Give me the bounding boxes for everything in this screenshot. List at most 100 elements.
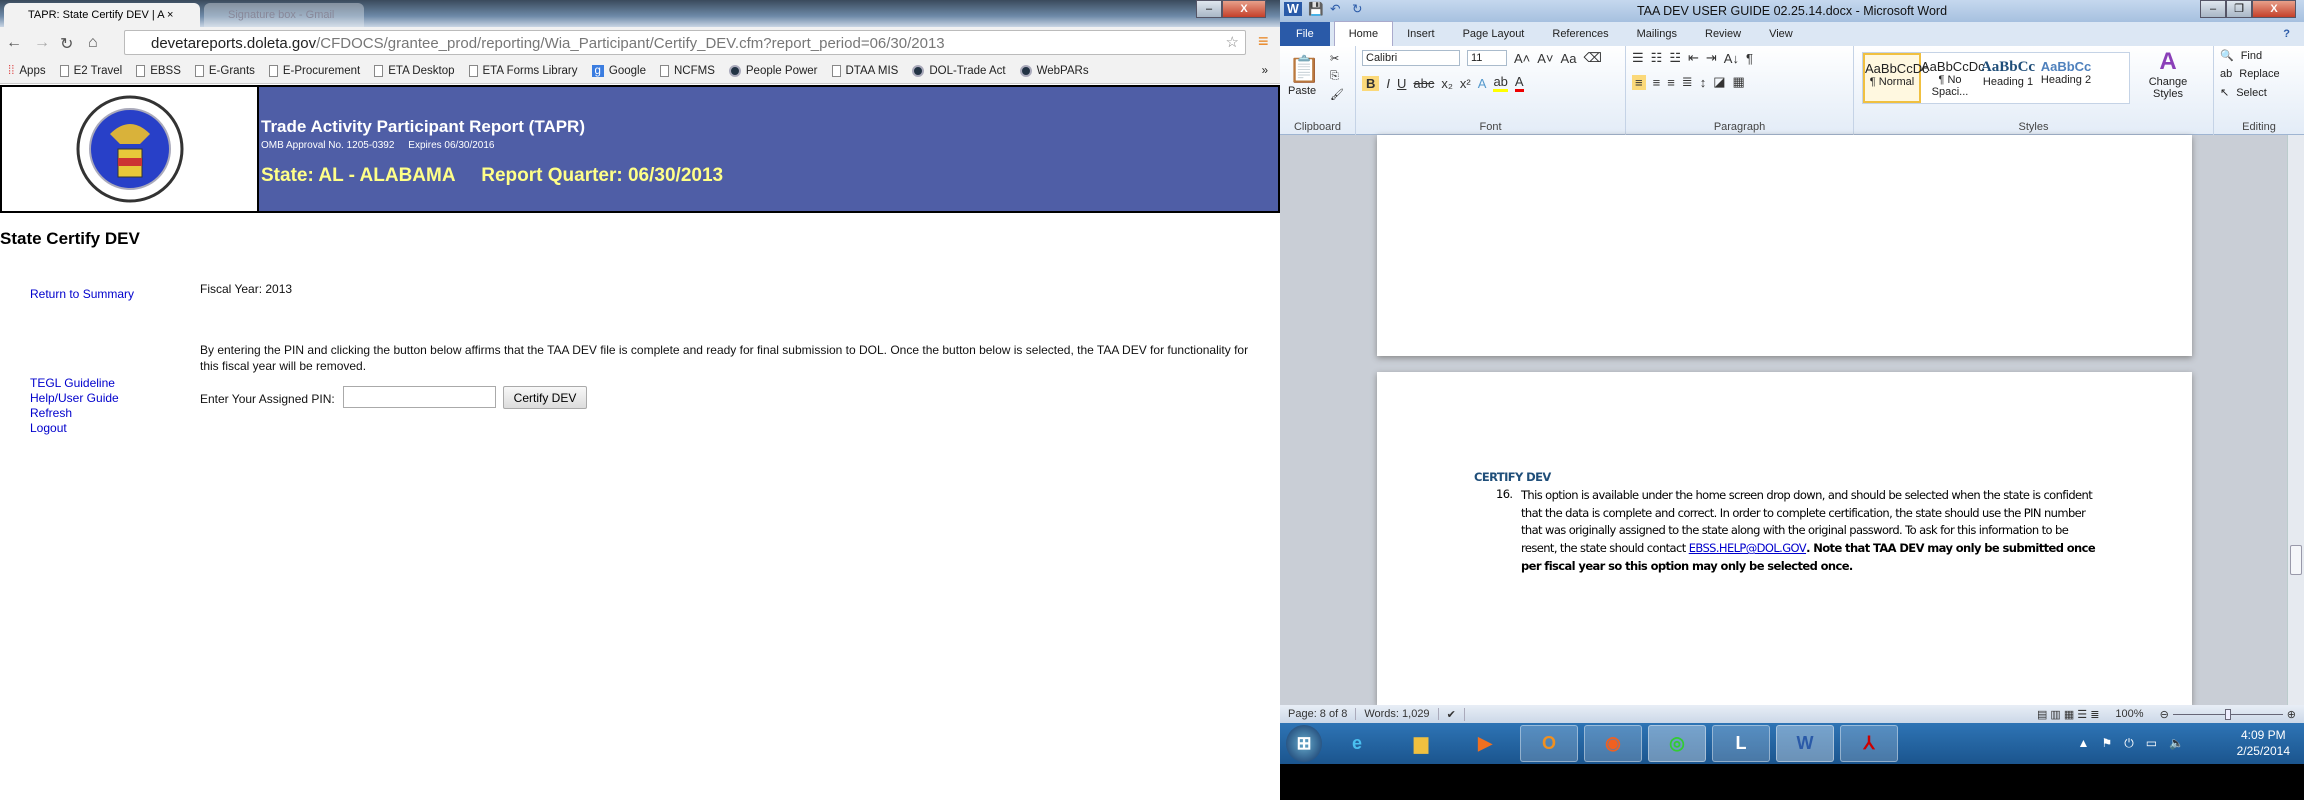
undo-icon[interactable]: ↶ [1330, 1, 1340, 16]
text-effects-icon[interactable]: A [1478, 76, 1487, 91]
outlook-icon[interactable]: O [1520, 725, 1578, 762]
help-user-guide-link[interactable]: Help/User Guide [30, 391, 119, 405]
menu-icon[interactable]: ≡ [1258, 31, 1269, 52]
certify-dev-button[interactable]: Certify DEV [503, 386, 587, 409]
home-icon[interactable]: ⌂ [88, 34, 98, 52]
zoom-level[interactable]: 100% [2107, 708, 2151, 720]
decrease-indent-icon[interactable]: ⇤ [1688, 50, 1699, 66]
help-icon[interactable]: ? [2269, 28, 2304, 46]
style-heading-1[interactable]: AaBbCc Heading 1 [1979, 53, 2037, 103]
increase-indent-icon[interactable]: ⇥ [1706, 50, 1717, 66]
return-to-summary-link[interactable]: Return to Summary [30, 287, 134, 301]
bookmark-e-grants[interactable]: E-Grants [194, 64, 255, 77]
show-formatting-icon[interactable]: ¶ [1746, 51, 1753, 66]
page-count[interactable]: Page: 8 of 8 [1280, 708, 1357, 720]
pin-input[interactable] [343, 386, 496, 408]
numbering-icon[interactable]: ☷ [1651, 50, 1663, 66]
subscript-icon[interactable]: x₂ [1441, 76, 1453, 91]
word-taskbar-icon[interactable]: W [1776, 725, 1834, 762]
tab-tapr[interactable]: TAPR: State Certify DEV | A × [4, 3, 200, 27]
font-color-icon[interactable]: A [1514, 74, 1524, 92]
scrollbar-thumb[interactable] [2290, 545, 2302, 575]
bookmark-e-procurement[interactable]: E-Procurement [268, 64, 360, 77]
underline-icon[interactable]: U [1397, 76, 1406, 91]
line-spacing-icon[interactable]: ↕ [1700, 75, 1707, 90]
font-size-box[interactable]: 11 [1467, 50, 1507, 66]
network-icon[interactable]: ▭ [2146, 736, 2157, 751]
shading-icon[interactable]: ◪ [1713, 74, 1725, 90]
style-heading-2[interactable]: AaBbCc Heading 2 [2037, 53, 2095, 103]
bookmark-e2-travel[interactable]: E2 Travel [59, 64, 122, 77]
tab-view[interactable]: View [1755, 28, 1807, 46]
action-center-icon[interactable]: ⚑ [2101, 736, 2112, 751]
save-icon[interactable]: 💾 [1308, 2, 1324, 17]
address-bar[interactable]: devetareports.doleta.gov/CFDOCS/grantee_… [124, 30, 1246, 55]
tab-references[interactable]: References [1538, 28, 1622, 46]
change-styles-button[interactable]: A Change Styles [2144, 48, 2192, 100]
close-icon[interactable]: X [1222, 0, 1266, 18]
chrome-icon[interactable]: ◎ [1648, 725, 1706, 762]
forward-icon[interactable]: → [34, 34, 50, 52]
shrink-font-icon[interactable]: A˅ [1537, 51, 1553, 66]
tab-insert[interactable]: Insert [1393, 28, 1449, 46]
highlight-icon[interactable]: ab [1493, 74, 1508, 92]
lync-icon[interactable]: L [1712, 725, 1770, 762]
tab-review[interactable]: Review [1691, 28, 1755, 46]
proofing-icon[interactable]: ✔ [1439, 707, 1465, 721]
align-left-icon[interactable]: ≡ [1632, 74, 1646, 90]
tab-home[interactable]: Home [1333, 21, 1394, 46]
sort-icon[interactable]: A↓ [1724, 51, 1739, 66]
star-icon[interactable]: ☆ [1226, 33, 1239, 51]
clear-formatting-icon[interactable]: ⌫ [1583, 50, 1601, 66]
format-painter-icon[interactable]: 🖌 [1330, 88, 1344, 101]
restore-icon[interactable]: ❐ [2226, 0, 2252, 18]
select-button[interactable]: ↖ Select [2214, 83, 2304, 102]
bookmark-ebss[interactable]: EBSS [136, 64, 181, 77]
bookmark-dtaa-mis[interactable]: DTAA MIS [831, 64, 898, 77]
redo-icon[interactable]: ↻ [1352, 1, 1362, 16]
style-normal[interactable]: AaBbCcDc ¶ Normal [1863, 53, 1929, 103]
clock[interactable]: 4:09 PM 2/25/2014 [2237, 727, 2290, 759]
refresh-link[interactable]: Refresh [30, 406, 72, 420]
bullets-icon[interactable]: ☰ [1632, 50, 1644, 66]
justify-icon[interactable]: ≣ [1682, 74, 1693, 90]
minimize-icon[interactable]: – [2200, 0, 2226, 18]
style-no-spacing[interactable]: AaBbCcDc ¶ No Spaci... [1921, 53, 1985, 103]
bookmark-eta-desktop[interactable]: ETA Desktop [374, 64, 455, 77]
superscript-icon[interactable]: x² [1460, 76, 1471, 91]
bookmark-dol-trade-act[interactable]: DOL-Trade Act [912, 64, 1006, 77]
replace-button[interactable]: ab Replace [2214, 65, 2304, 83]
tab-gmail[interactable]: Signature box - Gmail [204, 3, 364, 27]
power-icon[interactable]: ⏻ [2124, 736, 2134, 751]
bookmark-webpars[interactable]: WebPARs [1019, 64, 1089, 77]
explorer-icon[interactable]: ▆ [1392, 725, 1450, 762]
bookmark-ncfms[interactable]: NCFMS [660, 64, 715, 77]
bookmark-google[interactable]: g Google [591, 64, 646, 77]
more-bookmarks[interactable]: » [1262, 65, 1268, 77]
back-icon[interactable]: ← [6, 34, 22, 52]
bookmark-apps[interactable]: ⁞⁞ Apps [8, 65, 46, 77]
word-count[interactable]: Words: 1,029 [1356, 708, 1439, 720]
multilevel-list-icon[interactable]: ☳ [1669, 50, 1681, 66]
show-hidden-icon[interactable]: ▲ [2078, 736, 2090, 751]
tab-file[interactable]: File [1280, 22, 1330, 46]
acrobat-icon[interactable]: ⅄ [1840, 725, 1898, 762]
tab-page-layout[interactable]: Page Layout [1449, 28, 1539, 46]
strikethrough-icon[interactable]: abc [1413, 76, 1434, 91]
vertical-scrollbar[interactable] [2287, 135, 2304, 705]
start-button[interactable]: ⊞ [1286, 725, 1322, 762]
view-buttons[interactable]: ▤ ▥ ▦ ☰ ≣ [2029, 708, 2107, 721]
document-page[interactable]: CERTIFY DEV 16. This option is available… [1377, 372, 2192, 705]
minimize-icon[interactable]: – [1196, 0, 1222, 18]
font-name-box[interactable]: Calibri [1362, 50, 1460, 66]
bookmark-people-power[interactable]: People Power [728, 64, 818, 77]
grow-font-icon[interactable]: A˄ [1514, 51, 1530, 66]
borders-icon[interactable]: ▦ [1732, 74, 1744, 90]
bookmark-eta-forms-library[interactable]: ETA Forms Library [468, 64, 578, 77]
zoom-slider[interactable]: ⊖ ⊕ [2152, 708, 2304, 721]
align-right-icon[interactable]: ≡ [1667, 75, 1675, 90]
tab-mailings[interactable]: Mailings [1623, 28, 1691, 46]
media-player-icon[interactable]: ▶ [1456, 725, 1514, 762]
close-icon[interactable]: X [2252, 0, 2296, 18]
change-case-icon[interactable]: Aa [1561, 51, 1577, 66]
